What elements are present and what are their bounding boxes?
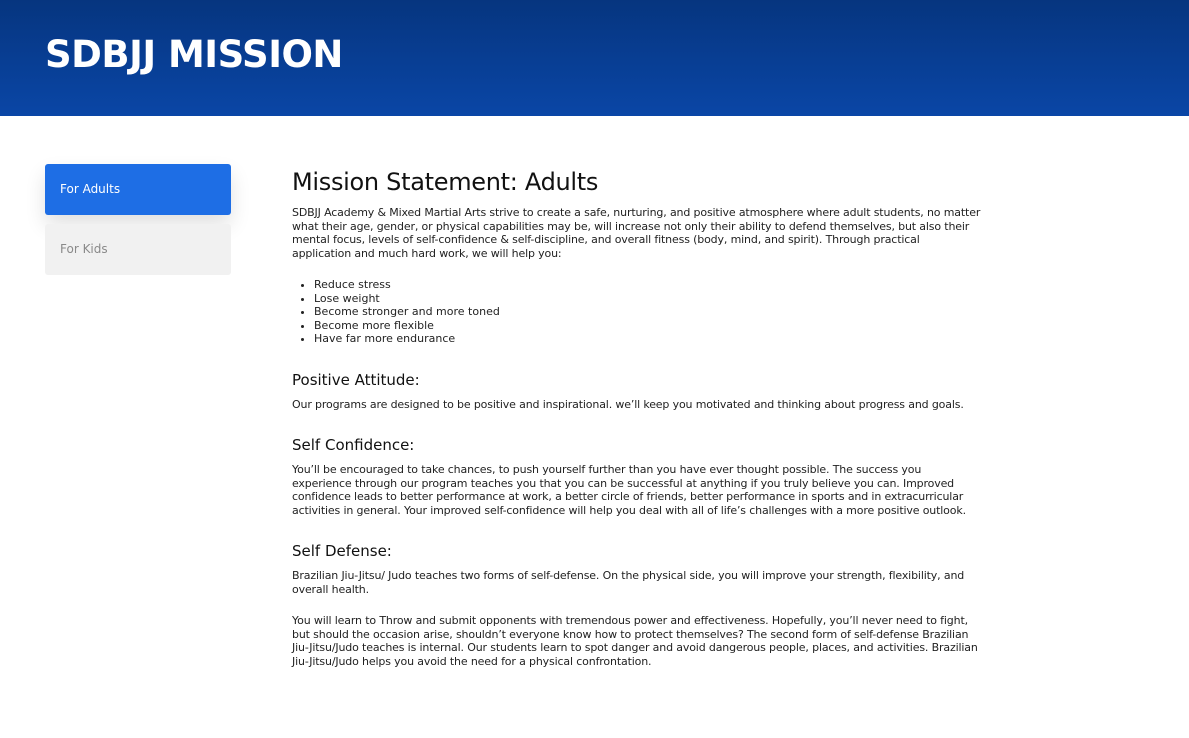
section-paragraph: You’ll be encouraged to take chances, to… <box>292 463 966 517</box>
list-item: Reduce stress <box>314 278 982 292</box>
benefits-list: Reduce stress Lose weight Become stronge… <box>292 278 982 346</box>
section-paragraph: Brazilian Jiu-Jitsu/ Judo teaches two fo… <box>292 569 965 596</box>
section-paragraph: You will learn to Throw and submit oppon… <box>292 614 978 668</box>
page-title: SDBJJ MISSION <box>45 33 343 76</box>
list-item: Become stronger and more toned <box>314 305 982 319</box>
list-item: Become more flexible <box>314 319 982 333</box>
section-heading-positive-attitude: Positive Attitude: <box>292 370 420 389</box>
sidebar-item-adults[interactable]: For Adults <box>45 164 231 215</box>
mission-content: Mission Statement: Adults SDBJJ Academy … <box>292 166 982 668</box>
section-paragraph: Our programs are designed to be positive… <box>292 397 964 411</box>
sidebar-item-kids[interactable]: For Kids <box>45 224 231 275</box>
section-heading-self-confidence: Self Confidence: <box>292 436 415 454</box>
sidebar-nav: For Adults For Kids <box>45 164 231 275</box>
section-heading-self-defense: Self Defense: <box>292 542 392 560</box>
page-header: SDBJJ MISSION <box>0 0 1189 116</box>
mission-heading: Mission Statement: Adults <box>292 168 599 196</box>
mission-intro: SDBJJ Academy & Mixed Martial Arts striv… <box>292 206 981 260</box>
list-item: Lose weight <box>314 292 982 306</box>
list-item: Have far more endurance <box>314 332 982 346</box>
